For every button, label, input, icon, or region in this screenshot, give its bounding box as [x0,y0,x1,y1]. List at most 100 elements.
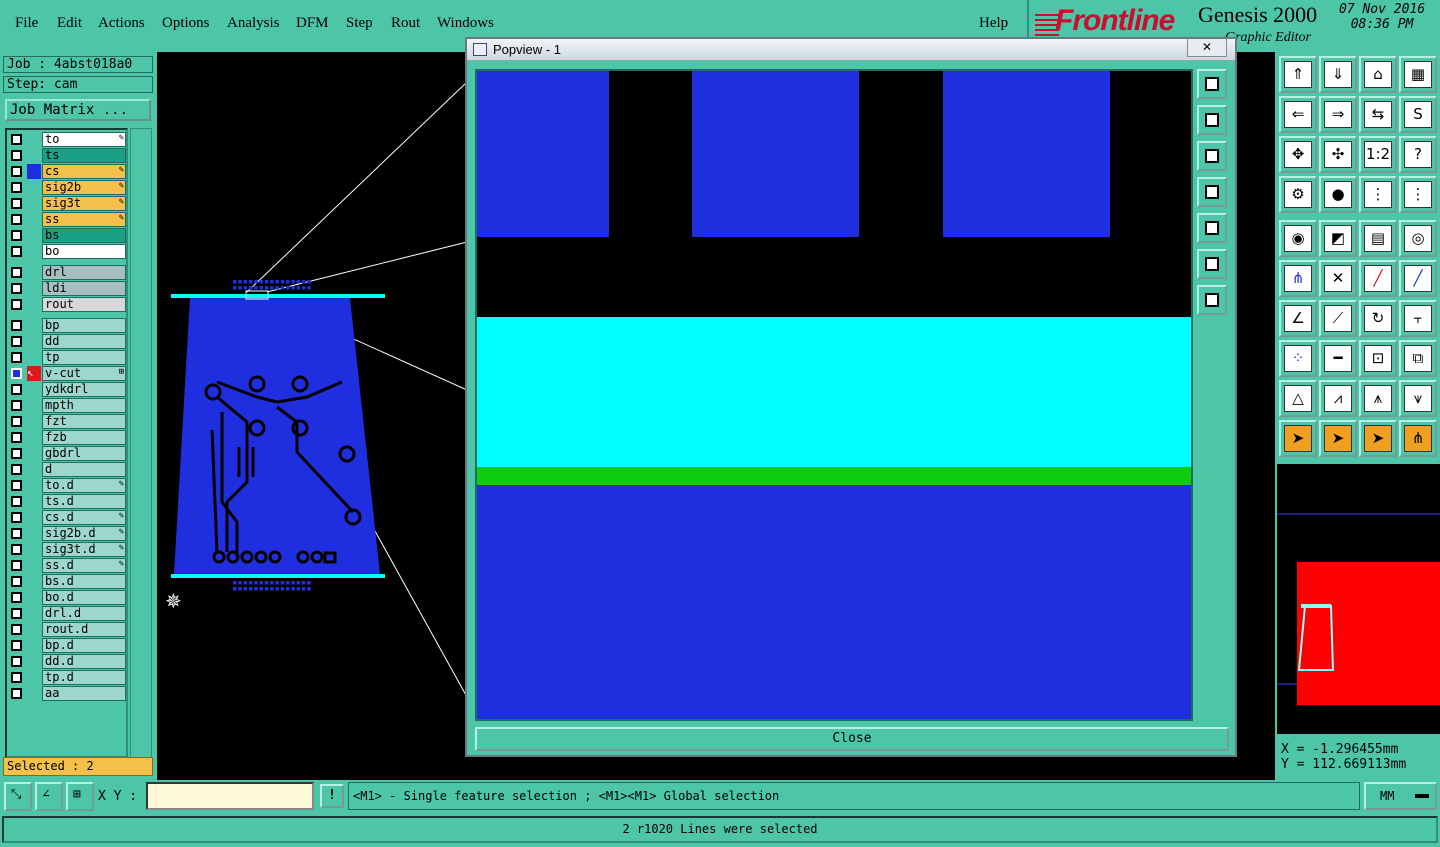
layer-row-ts[interactable]: ts [9,148,126,163]
popview-canvas[interactable] [475,69,1193,721]
angle-snap-icon[interactable]: ∠ [35,782,63,811]
pan-up-icon[interactable] [1197,105,1227,135]
shapes-icon[interactable]: ⧉ [1399,340,1437,377]
layer-checkbox[interactable] [11,368,22,379]
layer-row-ss[interactable]: ss ✎ [9,212,126,227]
menu-options[interactable]: Options [162,15,210,32]
menu-help[interactable]: Help [979,15,1008,32]
mirror-icon[interactable]: ⫟ [1399,300,1437,337]
layer-checkbox[interactable] [11,384,22,395]
zoom-home-icon[interactable] [1197,69,1227,99]
angle-icon[interactable]: ∠ [1279,300,1317,337]
alert-icon[interactable]: ! [320,784,344,808]
layer-row-ts-d[interactable]: ts.d [9,494,126,509]
menu-actions[interactable]: Actions [98,15,145,32]
layer-checkbox[interactable] [11,166,22,177]
pan-down-icon[interactable] [1197,141,1227,171]
layer-row-d[interactable]: d [9,462,126,477]
arc-c-icon[interactable]: ⩚ [1359,380,1397,417]
menu-edit[interactable]: Edit [57,15,82,32]
cross-icon[interactable]: ✕ [1319,260,1357,297]
layer-row-rout-d[interactable]: rout.d [9,622,126,637]
layer-row-tp-d[interactable]: tp.d [9,670,126,685]
layer-checkbox[interactable] [11,624,22,635]
layer-row-bs-d[interactable]: bs.d [9,574,126,589]
layer-checkbox[interactable] [11,320,22,331]
layers-b-icon[interactable]: ⋮ [1399,176,1437,213]
layer-checkbox[interactable] [11,448,22,459]
menu-step[interactable]: Step [346,15,373,32]
layer-row-ss-d[interactable]: ss.d ✎ [9,558,126,573]
layer-row-drl-d[interactable]: drl.d [9,606,126,621]
menu-rout[interactable]: Rout [391,15,420,32]
layer-row-bo-d[interactable]: bo.d [9,590,126,605]
pan-left-icon[interactable] [1197,177,1227,207]
layer-row-sig2b[interactable]: sig2b ✎ [9,180,126,195]
layer-checkbox[interactable] [11,267,22,278]
layer-checkbox[interactable] [11,640,22,651]
layer-row-sig3t-d[interactable]: sig3t.d ✎ [9,542,126,557]
layer-row-gbdrl[interactable]: gbdrl [9,446,126,461]
menu-dfm[interactable]: DFM [296,15,329,32]
layer-row-ydkdrl[interactable]: ydkdrl [9,382,126,397]
bar-icon[interactable]: ━ [1319,340,1357,377]
layer-checkbox[interactable] [11,480,22,491]
layer-checkbox[interactable] [11,352,22,363]
rotate-icon[interactable]: ↻ [1359,300,1397,337]
zoom-in-icon[interactable] [1197,249,1227,279]
layer-checkbox[interactable] [11,672,22,683]
layer-row-cs[interactable]: cs ✎ [9,164,126,179]
layer-row-bp-d[interactable]: bp.d [9,638,126,653]
pad-icon[interactable]: ◉ [1279,220,1317,257]
layer-checkbox[interactable] [11,230,22,241]
pan-right-icon[interactable] [1197,213,1227,243]
layer-checkbox[interactable] [11,299,22,310]
select-box-icon[interactable]: ➤ [1319,420,1357,457]
layer-checkbox[interactable] [11,198,22,209]
zoom-in-icon[interactable]: ✥ [1279,136,1317,173]
layer-row-tp[interactable]: tp [9,350,126,365]
layer-checkbox[interactable] [11,432,22,443]
arc-d-icon[interactable]: ⩛ [1399,380,1437,417]
arc-a-icon[interactable]: △ [1279,380,1317,417]
layer-checkbox[interactable] [11,336,22,347]
layer-checkbox[interactable] [11,246,22,257]
line-red-icon[interactable]: ╱ [1359,260,1397,297]
close-button[interactable]: Close [475,727,1229,751]
menu-windows[interactable]: Windows [437,15,494,32]
snap-icon[interactable]: ⤡ [4,782,32,811]
pan-up-icon[interactable]: ⇑ [1279,56,1317,93]
select-circle-icon[interactable]: ➤ [1359,420,1397,457]
layer-list-scrollbar[interactable] [130,128,152,758]
layer-row-cs-d[interactable]: cs.d ✎ [9,510,126,525]
job-matrix-button[interactable]: Job Matrix ... [5,99,151,121]
measure-tool-icon[interactable]: ⚙ [1279,176,1317,213]
layer-checkbox[interactable] [11,528,22,539]
layer-row-dd-d[interactable]: dd.d [9,654,126,669]
select-net-icon[interactable]: ⋔ [1399,420,1437,457]
polygon-icon[interactable]: ◩ [1319,220,1357,257]
line-blue-icon[interactable]: ╱ [1399,260,1437,297]
layer-row-sig2b-d[interactable]: sig2b.d ✎ [9,526,126,541]
layer-checkbox[interactable] [11,576,22,587]
layer-row-mpth[interactable]: mpth [9,398,126,413]
layer-checkbox[interactable] [11,416,22,427]
slash-icon[interactable]: ⟋ [1319,300,1357,337]
units-select[interactable]: MM [1364,782,1437,810]
layer-checkbox[interactable] [11,560,22,571]
arc-b-icon[interactable]: ⩘ [1319,380,1357,417]
home-icon[interactable]: ⌂ [1359,56,1397,93]
layer-row-drl[interactable]: drl [9,265,126,280]
layer-row-dd[interactable]: dd [9,334,126,349]
layers-a-icon[interactable]: ⋮ [1359,176,1397,213]
layer-row-ldi[interactable]: ldi [9,281,126,296]
layer-row-rout[interactable]: rout [9,297,126,312]
layer-row-bs[interactable]: bs [9,228,126,243]
layer-checkbox[interactable] [11,544,22,555]
ruler-icon[interactable]: ▤ [1359,220,1397,257]
layer-checkbox[interactable] [11,214,22,225]
pin-icon[interactable]: ● [1319,176,1357,213]
scale-1-2-icon[interactable]: 1:2 [1359,136,1397,173]
layer-checkbox[interactable] [11,182,22,193]
layer-row-bo[interactable]: bo [9,244,126,259]
